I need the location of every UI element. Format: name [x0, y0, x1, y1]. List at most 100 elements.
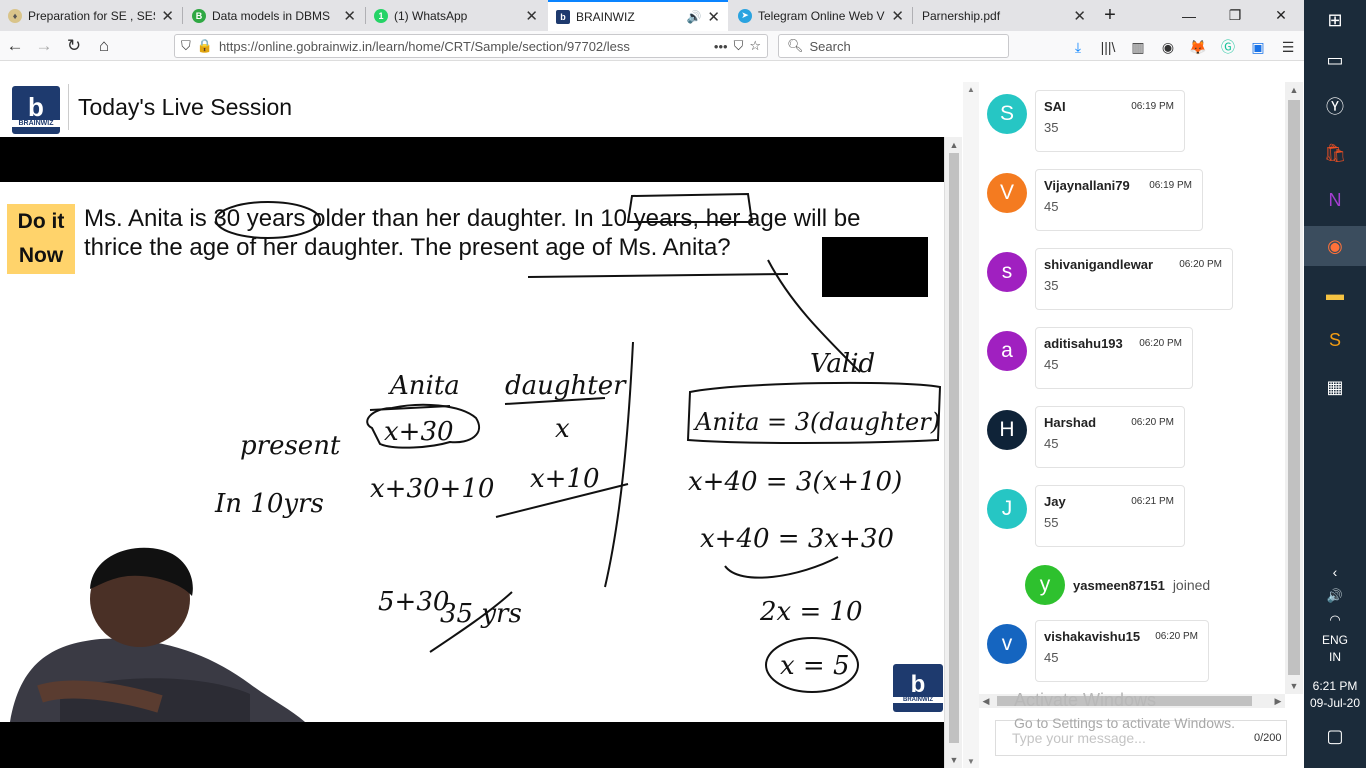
message-bubble: aditisahu193 06:20 PM 45: [1035, 327, 1193, 389]
scroll-down-icon[interactable]: ▼: [945, 752, 963, 768]
close-icon[interactable]: ✕: [161, 7, 174, 25]
search-bar[interactable]: 🔍︎ Search: [778, 34, 1009, 58]
system-clock[interactable]: 6:21 PM 09-Jul-20: [1304, 678, 1366, 712]
tab-brainwiz[interactable]: b BRAINWIZ 🔊 ✕: [548, 0, 728, 31]
back-arrow-icon[interactable]: ←: [3, 34, 27, 58]
scroll-down-icon[interactable]: ▼: [1285, 678, 1303, 694]
close-icon[interactable]: ✕: [343, 7, 356, 25]
chat-message: S SAI 06:19 PM 35: [987, 90, 1277, 154]
notification-icon[interactable]: ▢: [1304, 726, 1366, 747]
annotation-box: [626, 192, 754, 223]
live-video[interactable]: Do it Now Ms. Anita is 30 years older th…: [0, 137, 944, 768]
close-icon[interactable]: ✕: [891, 7, 904, 25]
scroll-left-icon[interactable]: ◀: [979, 694, 993, 708]
tab-label: Telegram Online Web V: [758, 8, 885, 23]
page-header: b BRAINWIZ Today's Live Session: [0, 62, 963, 137]
restore-button[interactable]: ❐: [1212, 0, 1258, 31]
scroll-thumb[interactable]: [1288, 100, 1300, 675]
tab-whatsapp[interactable]: 1 (1) WhatsApp ✕: [366, 0, 546, 31]
home-icon[interactable]: ⌂: [92, 34, 116, 58]
more-icon[interactable]: •••: [714, 39, 728, 54]
windows-taskbar: ⊞ ▭ Ⓨ 🛍 N ◉ ▬ S ▦ ‹ 🔊 ◠ ENG IN 6:21 PM 0…: [1304, 0, 1366, 768]
chat-scrollbar[interactable]: ▲ ▼: [1285, 82, 1303, 694]
message-text: 45: [1044, 436, 1059, 451]
hw-col-daughter: daughter: [505, 371, 627, 401]
hw-eq4: 2x = 10: [759, 597, 863, 627]
scroll-right-icon[interactable]: ▶: [1271, 694, 1285, 708]
annotation-circle: [215, 201, 321, 239]
hw-eq2: x+40 = 3(x+10): [688, 467, 902, 497]
chat-message: J Jay 06:21 PM 55: [987, 485, 1277, 549]
scroll-up-icon[interactable]: ▲: [945, 137, 963, 153]
reload-icon[interactable]: ↻: [62, 34, 86, 58]
minimize-button[interactable]: —: [1166, 0, 1212, 31]
navigation-bar: ← → ↻ ⌂ ⛉ 🔒 https://online.gobrainwiz.in…: [0, 31, 1304, 61]
message-bubble: Vijaynallani79 06:19 PM 45: [1035, 169, 1203, 231]
hw-col-anita: Anita: [388, 371, 460, 401]
message-text: 45: [1044, 199, 1059, 214]
tab-partnership-pdf[interactable]: Parnership.pdf ✕: [914, 0, 1094, 31]
close-icon[interactable]: ✕: [707, 8, 720, 26]
sublime-icon[interactable]: S: [1315, 320, 1355, 360]
hw-daughter-future: x+10: [530, 464, 600, 494]
scroll-up-icon[interactable]: ▲: [963, 82, 979, 96]
library-icon[interactable]: |||\: [1098, 37, 1118, 57]
menu-icon[interactable]: ☰: [1278, 37, 1298, 57]
calculator-icon[interactable]: ▦: [1315, 367, 1355, 407]
chat-message-list[interactable]: S SAI 06:19 PM 35 V Vijaynallani79 06:19…: [979, 82, 1285, 694]
save-icon[interactable]: ▣: [1248, 37, 1268, 57]
account-icon[interactable]: ◉: [1158, 37, 1178, 57]
file-explorer-icon[interactable]: ▬: [1315, 274, 1355, 314]
window-close-button[interactable]: ✕: [1258, 0, 1304, 31]
avatar: y: [1025, 565, 1065, 605]
message-bubble: Harshad 06:20 PM 45: [1035, 406, 1185, 468]
onenote-icon[interactable]: N: [1315, 180, 1355, 220]
underline: [527, 273, 789, 278]
tab-data-models[interactable]: B Data models in DBMS ✕: [184, 0, 364, 31]
presenter-image: [10, 547, 305, 722]
message-text: 35: [1044, 120, 1059, 135]
close-icon[interactable]: ✕: [1073, 7, 1086, 25]
video-scrollbar[interactable]: ▲ ▼: [944, 137, 962, 768]
star-icon[interactable]: ☆: [749, 38, 761, 54]
scroll-thumb[interactable]: [949, 153, 959, 743]
metamask-icon[interactable]: 🦊: [1188, 37, 1208, 57]
hw-eq5: x = 5: [780, 651, 850, 681]
page-scrollbar[interactable]: ▲ ▼: [963, 82, 979, 768]
pocket-icon[interactable]: ⛉: [734, 38, 744, 54]
scroll-up-icon[interactable]: ▲: [1285, 82, 1303, 98]
firefox-icon[interactable]: ◉: [1304, 226, 1366, 266]
language-indicator[interactable]: ENG IN: [1304, 632, 1366, 666]
lock-icon[interactable]: 🔒: [197, 38, 213, 54]
tab-label: (1) WhatsApp: [394, 8, 468, 23]
new-tab-button[interactable]: +: [1090, 0, 1130, 31]
windows-start-icon[interactable]: ⊞: [1315, 0, 1355, 40]
message-time: 06:21 PM: [1131, 496, 1174, 507]
forward-arrow-icon[interactable]: →: [32, 34, 56, 58]
shield-icon[interactable]: ⛉: [181, 38, 191, 54]
brainwiz-logo[interactable]: b BRAINWIZ: [12, 86, 60, 134]
close-icon[interactable]: ✕: [525, 7, 538, 25]
store-icon[interactable]: 🛍: [1315, 133, 1355, 173]
activate-windows-subtitle: Go to Settings to activate Windows.: [1014, 715, 1235, 731]
task-view-icon[interactable]: ▭: [1315, 40, 1355, 80]
app-y-icon[interactable]: Ⓨ: [1315, 86, 1355, 126]
sidebar-icon[interactable]: ▥: [1128, 37, 1148, 57]
scroll-down-icon[interactable]: ▼: [963, 754, 979, 768]
avatar: a: [987, 331, 1027, 371]
avatar: V: [987, 173, 1027, 213]
url-text[interactable]: https://online.gobrainwiz.in/learn/home/…: [219, 39, 708, 54]
hw-row-10yrs: In 10yrs: [214, 489, 324, 519]
whatsapp-icon: 1: [374, 8, 388, 23]
download-icon[interactable]: ⤓: [1068, 37, 1088, 57]
tab-label: Parnership.pdf: [922, 8, 1001, 23]
speaker-icon[interactable]: 🔊: [686, 10, 701, 24]
avatar: S: [987, 94, 1027, 134]
tab-preparation[interactable]: ♦ Preparation for SE , SES ✕: [0, 0, 182, 31]
url-bar[interactable]: ⛉ 🔒 https://online.gobrainwiz.in/learn/h…: [174, 34, 768, 58]
grammarly-icon[interactable]: Ⓖ: [1218, 37, 1238, 57]
search-icon: 🔍︎: [787, 38, 804, 53]
b-icon: B: [192, 8, 206, 23]
tab-telegram[interactable]: ➤ Telegram Online Web V ✕: [730, 0, 912, 31]
avatar: H: [987, 410, 1027, 450]
